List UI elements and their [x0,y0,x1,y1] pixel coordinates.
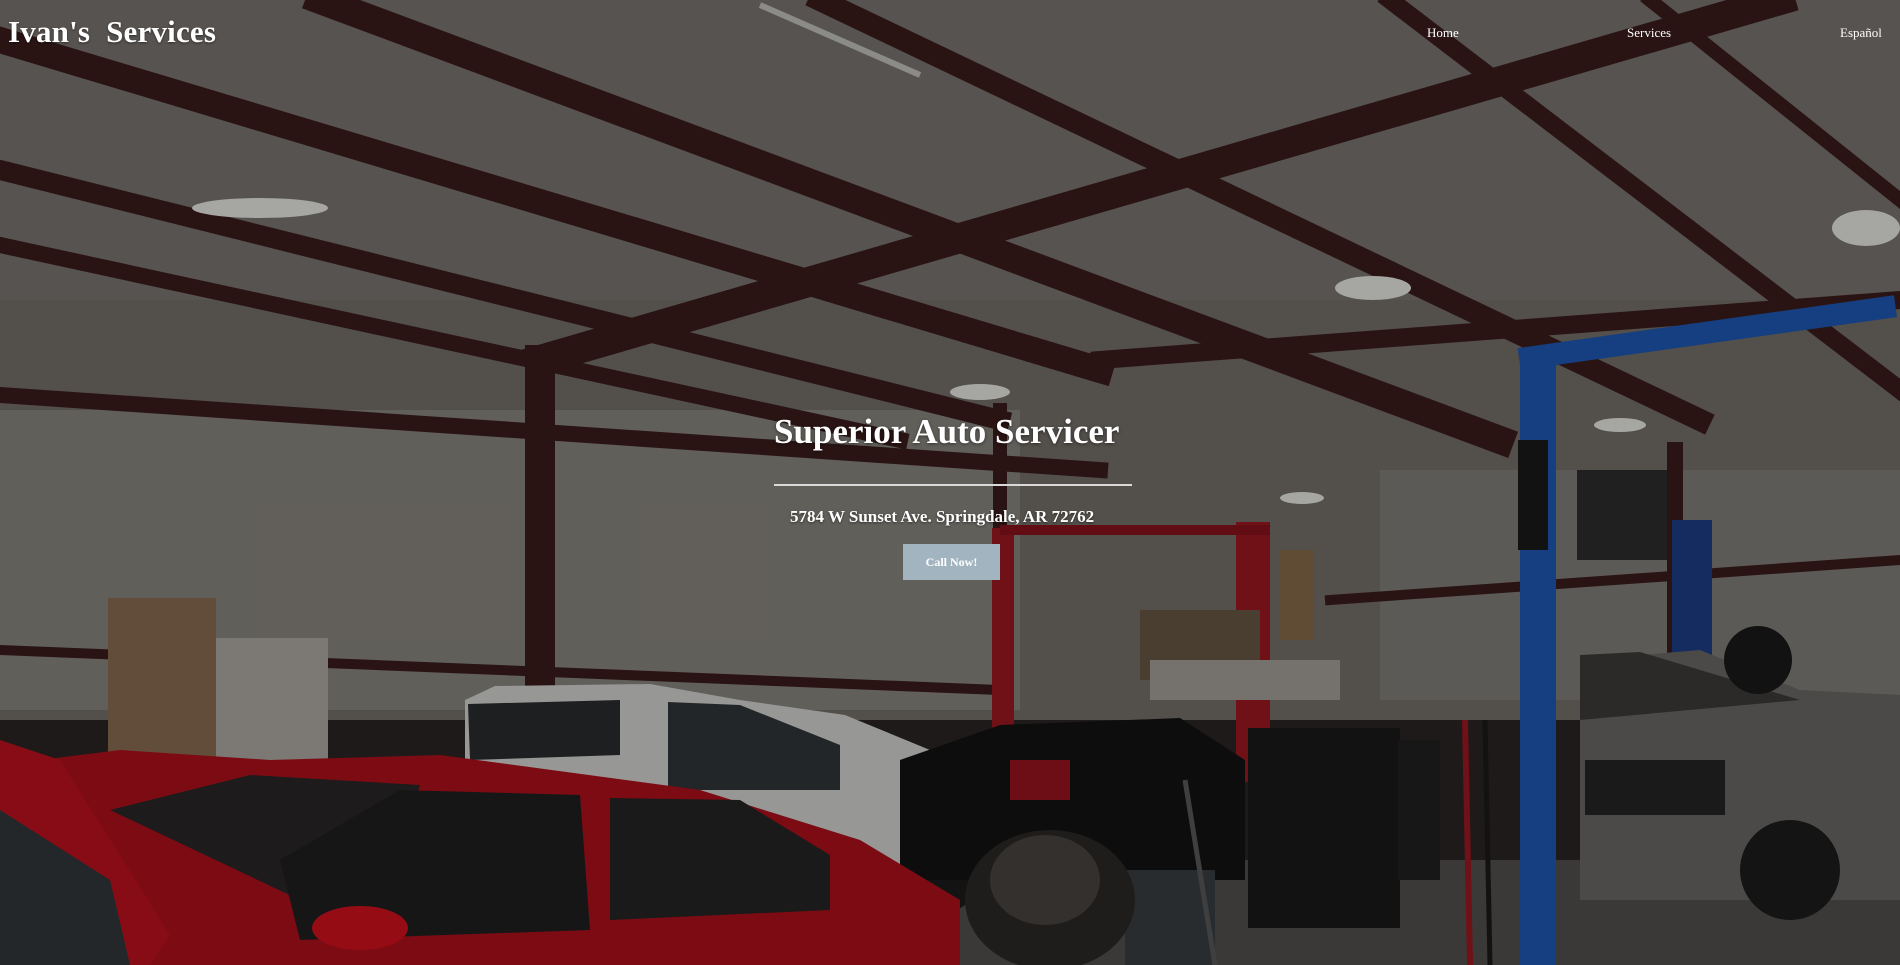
hero-address: 5784 W Sunset Ave. Springdale, AR 72762 [790,507,1095,526]
hero-background [0,0,1900,965]
hero-divider [774,484,1132,486]
nav-link-home[interactable]: Home [1427,25,1459,41]
hero-dark-overlay [0,0,1900,965]
nav-link-services[interactable]: Services [1627,25,1671,41]
hero-title: Superior Auto Servicer [774,412,1120,451]
call-now-button[interactable]: Call Now! [903,544,1000,580]
nav-link-espanol[interactable]: Español [1840,25,1882,41]
site-brand[interactable]: Ivan's Services [8,14,216,50]
